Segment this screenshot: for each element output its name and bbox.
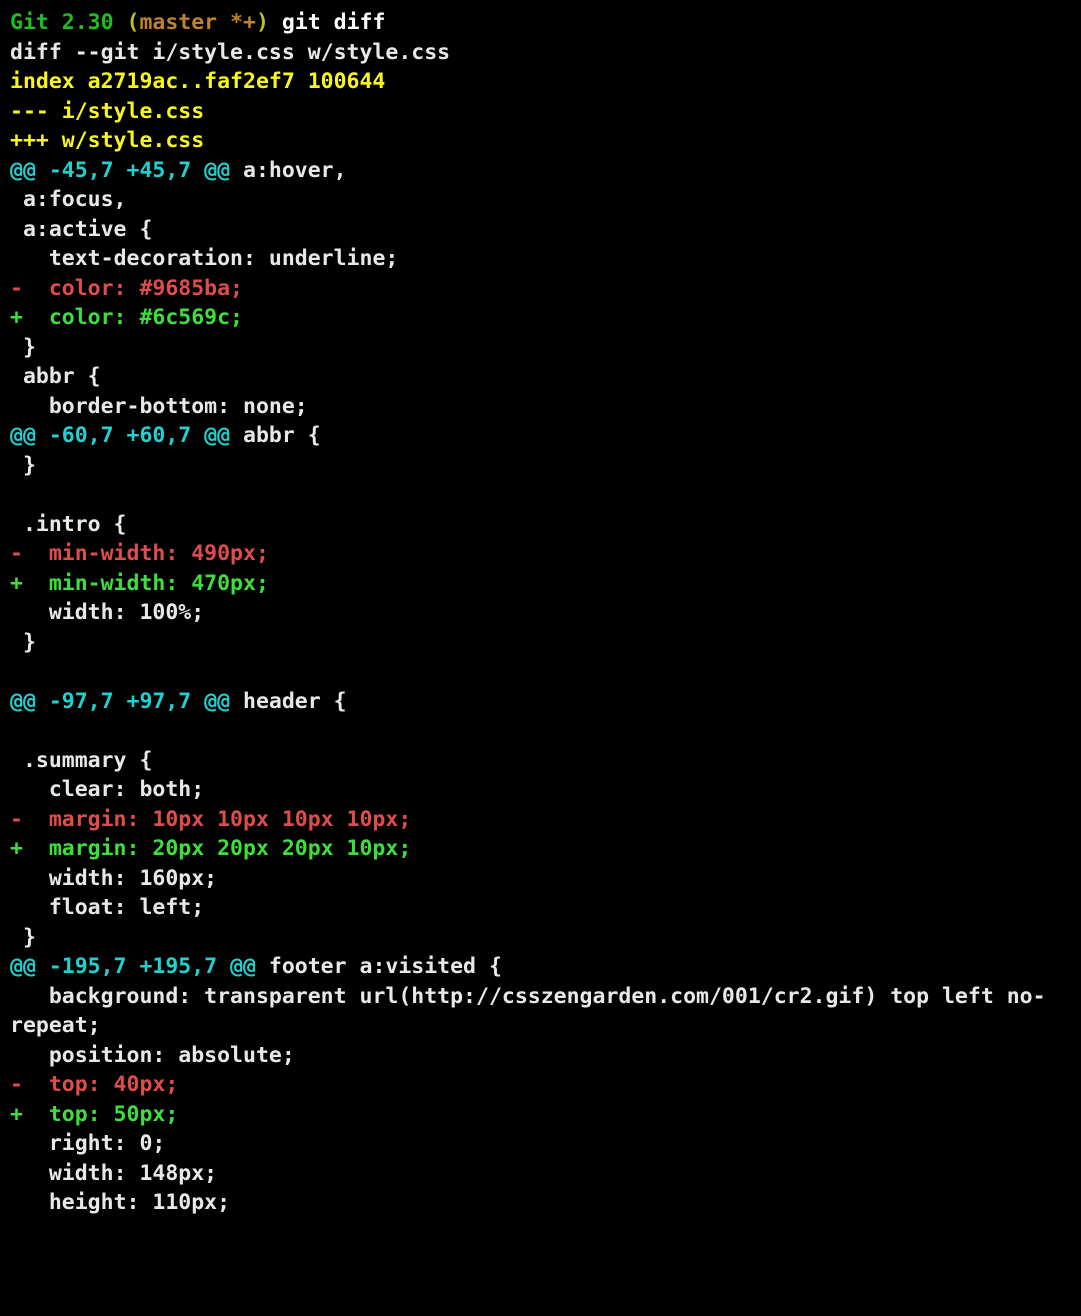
diff-line: position: absolute; bbox=[10, 1043, 295, 1068]
diff-line: + top: 50px; bbox=[10, 1102, 178, 1127]
diff-line: right: 0; bbox=[10, 1131, 165, 1156]
diff-hunk-context: footer a:visited { bbox=[256, 954, 502, 979]
diff-hunk-context: a:hover, bbox=[230, 158, 347, 183]
diff-line: background: transparent url(http://cssze… bbox=[10, 984, 1046, 1039]
diff-line: --- i/style.css bbox=[10, 99, 204, 124]
diff-hunk-header: @@ -195,7 +195,7 @@ bbox=[10, 954, 256, 979]
diff-line: .intro { bbox=[10, 512, 127, 537]
prompt-branch: master *+ bbox=[139, 10, 256, 35]
diff-line: .summary { bbox=[10, 748, 152, 773]
diff-hunk-header: @@ -97,7 +97,7 @@ bbox=[10, 689, 230, 714]
diff-line: abbr { bbox=[10, 364, 101, 389]
diff-line: } bbox=[10, 335, 36, 360]
diff-line bbox=[10, 718, 23, 743]
diff-hunk-context: header { bbox=[230, 689, 347, 714]
diff-line: } bbox=[10, 630, 36, 655]
diff-line: - color: #9685ba; bbox=[10, 276, 243, 301]
diff-line: a:active { bbox=[10, 217, 152, 242]
diff-line bbox=[10, 482, 23, 507]
diff-line: width: 148px; bbox=[10, 1161, 217, 1186]
prompt: Git 2.30 (master *+) git diff bbox=[10, 10, 385, 35]
diff-line: + color: #6c569c; bbox=[10, 305, 243, 330]
prompt-command: git diff bbox=[282, 10, 386, 35]
diff-line: float: left; bbox=[10, 895, 204, 920]
diff-line: +++ w/style.css bbox=[10, 128, 204, 153]
diff-line: } bbox=[10, 925, 36, 950]
diff-line: width: 100%; bbox=[10, 600, 204, 625]
diff-hunk-context: abbr { bbox=[230, 423, 321, 448]
diff-line: text-decoration: underline; bbox=[10, 246, 398, 271]
diff-line: + margin: 20px 20px 20px 10px; bbox=[10, 836, 411, 861]
diff-body: diff --git i/style.css w/style.css index… bbox=[10, 40, 1046, 1216]
diff-line: diff --git i/style.css w/style.css bbox=[10, 40, 450, 65]
diff-line: a:focus, bbox=[10, 187, 127, 212]
diff-hunk-header: @@ -45,7 +45,7 @@ bbox=[10, 158, 230, 183]
diff-line: index a2719ac..faf2ef7 100644 bbox=[10, 69, 385, 94]
diff-line: width: 160px; bbox=[10, 866, 217, 891]
diff-line: } bbox=[10, 453, 36, 478]
diff-line: - top: 40px; bbox=[10, 1072, 178, 1097]
prompt-git-label: Git 2.30 bbox=[10, 10, 114, 35]
diff-line: + min-width: 470px; bbox=[10, 571, 269, 596]
diff-line bbox=[10, 659, 23, 684]
diff-line: clear: both; bbox=[10, 777, 204, 802]
diff-line: border-bottom: none; bbox=[10, 394, 308, 419]
diff-line: height: 110px; bbox=[10, 1190, 230, 1215]
terminal-output[interactable]: Git 2.30 (master *+) git diff diff --git… bbox=[0, 0, 1081, 1228]
prompt-branch-close: ) bbox=[256, 10, 282, 35]
diff-line: - margin: 10px 10px 10px 10px; bbox=[10, 807, 411, 832]
prompt-branch-open: ( bbox=[114, 10, 140, 35]
diff-hunk-header: @@ -60,7 +60,7 @@ bbox=[10, 423, 230, 448]
diff-line: - min-width: 490px; bbox=[10, 541, 269, 566]
